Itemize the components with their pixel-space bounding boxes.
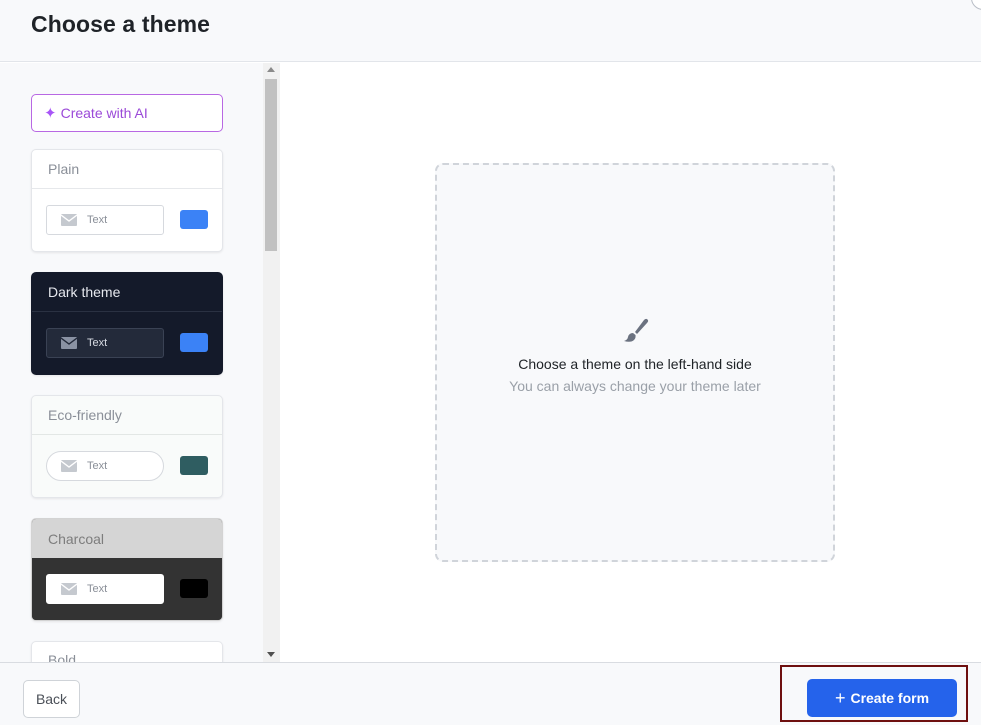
envelope-icon — [61, 337, 77, 349]
mock-input-text: Text — [87, 214, 108, 226]
sparkle-icon: ✦ — [44, 104, 57, 122]
paint-brush-icon — [624, 318, 649, 342]
accent-swatch — [180, 579, 208, 598]
mock-input: Text — [46, 451, 164, 481]
back-button[interactable]: Back — [23, 680, 80, 718]
placeholder-subtitle: You can always change your theme later — [509, 378, 761, 394]
theme-preview: Text — [32, 558, 222, 620]
mock-input-text: Text — [87, 583, 108, 595]
sidebar-scrollbar[interactable] — [263, 63, 280, 662]
theme-card-dark[interactable]: Dark theme Text — [31, 272, 223, 375]
theme-card-eco-friendly[interactable]: Eco-friendly Text — [31, 395, 223, 498]
accent-swatch — [180, 210, 208, 229]
mock-input-text: Text — [87, 460, 108, 472]
mock-input: Text — [46, 328, 164, 358]
mock-input: Text — [46, 574, 164, 604]
envelope-icon — [61, 214, 77, 226]
accent-swatch — [180, 333, 208, 352]
theme-name: Plain — [32, 150, 222, 189]
envelope-icon — [61, 583, 77, 595]
theme-card-charcoal[interactable]: Charcoal Text — [31, 518, 223, 621]
theme-card-bold[interactable]: Bold — [31, 641, 223, 662]
mock-input-text: Text — [87, 337, 108, 349]
close-icon[interactable] — [971, 0, 981, 10]
theme-preview: Text — [32, 435, 222, 497]
theme-name: Dark theme — [32, 273, 222, 312]
envelope-icon — [61, 460, 77, 472]
theme-card-plain[interactable]: Plain Text — [31, 149, 223, 252]
scroll-up-arrow-icon[interactable] — [267, 67, 275, 72]
theme-name: Eco-friendly — [32, 396, 222, 435]
placeholder-title: Choose a theme on the left-hand side — [518, 356, 752, 372]
theme-preview: Text — [32, 189, 222, 251]
mock-input: Text — [46, 205, 164, 235]
create-form-button[interactable]: + Create form — [807, 679, 957, 717]
theme-preview: Text — [32, 312, 222, 374]
theme-name: Bold — [48, 652, 77, 662]
theme-name: Charcoal — [32, 519, 222, 558]
accent-swatch — [180, 456, 208, 475]
plus-icon: + — [834, 688, 846, 708]
create-form-label: Create form — [850, 690, 930, 706]
footer: Back + Create form — [0, 662, 981, 725]
create-with-ai-button[interactable]: ✦ Create with AI — [31, 94, 223, 132]
scroll-thumb[interactable] — [265, 79, 277, 251]
create-with-ai-label: Create with AI — [60, 105, 148, 121]
page-title: Choose a theme — [31, 11, 211, 37]
theme-sidebar: ✦ Create with AI Plain Text Dark theme T… — [0, 63, 263, 662]
theme-preview-panel: Choose a theme on the left-hand side You… — [280, 63, 981, 662]
header: Choose a theme — [0, 0, 981, 62]
empty-preview-placeholder: Choose a theme on the left-hand side You… — [435, 163, 835, 562]
scroll-down-arrow-icon[interactable] — [267, 652, 275, 657]
